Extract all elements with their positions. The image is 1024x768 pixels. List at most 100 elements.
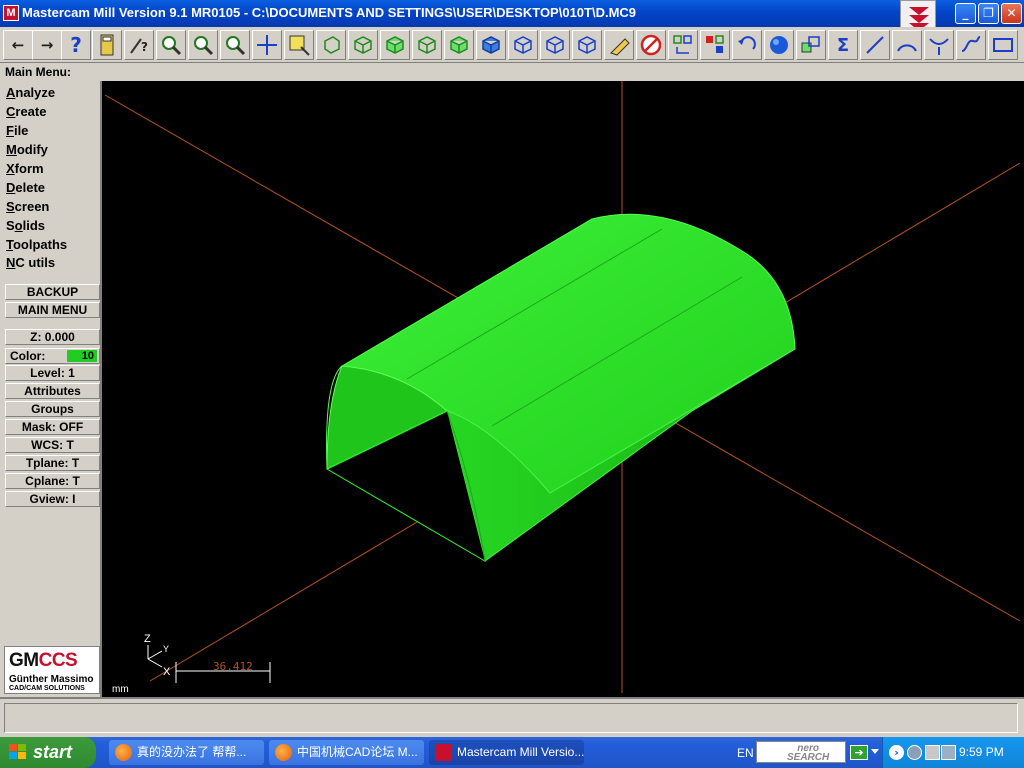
graphics-viewport[interactable]: Z Y X 36.412 mm	[102, 81, 1022, 697]
go-arrow-icon[interactable]: ➔	[850, 745, 868, 760]
shading-sphere-icon[interactable]	[764, 30, 794, 60]
rectangle-icon[interactable]	[988, 30, 1018, 60]
undo-icon[interactable]	[732, 30, 762, 60]
menu-item-toolpaths[interactable]: Toolpaths	[6, 237, 67, 252]
gview-front-icon[interactable]	[380, 30, 410, 60]
clear-colors-icon[interactable]	[636, 30, 666, 60]
pan-icon[interactable]	[252, 30, 282, 60]
viewport-canvas: Z Y X 36.412 mm	[104, 81, 1021, 695]
menu-item-analyze[interactable]: Analyze	[6, 85, 55, 100]
close-button[interactable]: ✕	[1001, 3, 1022, 24]
taskbar-item-firefox-2[interactable]: 中国机械CAD论坛 M...	[269, 740, 424, 765]
prompt-line	[4, 703, 1018, 733]
start-label: start	[33, 742, 73, 762]
cplane-3d-icon[interactable]	[572, 30, 602, 60]
system-tray: › 9:59 PM	[882, 737, 1024, 768]
restore-button[interactable]: ❐	[978, 3, 999, 24]
menu-item-file[interactable]: File	[6, 123, 28, 138]
tray-app-icon[interactable]	[925, 745, 940, 760]
cplane-top-icon[interactable]	[476, 30, 506, 60]
mastercam-app-icon[interactable]: M	[3, 5, 19, 21]
menu-item-screen[interactable]: Screen	[6, 199, 49, 214]
attributes-button[interactable]: Attributes	[5, 383, 100, 399]
left-menu-panel: Analyze Create File Modify Xform Delete …	[0, 81, 102, 697]
taskbar-item-mastercam[interactable]: Mastercam Mill Versio...	[429, 740, 584, 765]
gview-top-icon[interactable]	[348, 30, 378, 60]
gview-iso-icon[interactable]	[444, 30, 474, 60]
line-icon[interactable]	[860, 30, 890, 60]
axis-z-label: Z	[144, 633, 151, 645]
color-swatch: 10	[67, 350, 97, 362]
svg-text:?: ?	[141, 40, 148, 54]
menu-item-xform[interactable]: Xform	[6, 161, 44, 176]
fillet-icon[interactable]	[924, 30, 954, 60]
menu-item-nc-utils[interactable]: NC utils	[6, 255, 55, 270]
forward-arrow-icon[interactable]: →	[32, 30, 62, 60]
backup-button[interactable]: BACKUP	[5, 284, 100, 300]
minimize-button[interactable]: _	[955, 3, 976, 24]
color-button[interactable]: Color: 10	[5, 348, 100, 364]
spline-icon[interactable]	[956, 30, 986, 60]
prompt-area	[0, 697, 1024, 737]
volume-icon[interactable]	[941, 745, 956, 760]
main-menu-header: Main Menu:	[0, 63, 1024, 81]
level-button[interactable]: Level: 1	[5, 365, 100, 381]
sum-icon[interactable]: Σ	[828, 30, 858, 60]
units-label: mm	[112, 684, 129, 695]
arc-icon[interactable]	[892, 30, 922, 60]
gview-side-icon[interactable]	[412, 30, 442, 60]
color-label: Color:	[10, 349, 46, 363]
groups-button[interactable]: Groups	[5, 401, 100, 417]
calculator-icon[interactable]	[92, 30, 122, 60]
show-hidden-icons-button[interactable]: ›	[889, 745, 904, 760]
wcs-button[interactable]: WCS: T	[5, 437, 100, 453]
z-depth-button[interactable]: Z: 0.000	[5, 329, 100, 345]
chevron-down-icon	[909, 7, 929, 15]
axis-x-label: X	[163, 666, 171, 678]
mask-button[interactable]: Mask: OFF	[5, 419, 100, 435]
menu-item-solids[interactable]: Solids	[6, 218, 45, 233]
firefox-icon	[115, 744, 132, 761]
dropdown-arrow-icon[interactable]	[871, 749, 879, 754]
zoom-fit-icon[interactable]	[220, 30, 250, 60]
gview-button[interactable]: Gview: I	[5, 491, 100, 507]
taskbar-item-firefox-1[interactable]: 真的没办法了 帮帮...	[109, 740, 264, 765]
gmccs-logo: GMCCS Günther Massimo CAD/CAM SOLUTIONS	[4, 646, 100, 694]
tplane-button[interactable]: Tplane: T	[5, 455, 100, 471]
back-arrow-icon[interactable]: ←	[3, 30, 33, 60]
cplane-button[interactable]: Cplane: T	[5, 473, 100, 489]
nero-search-box[interactable]: nero SEARCH	[756, 741, 846, 763]
scale-bar: 36.412	[175, 660, 271, 683]
menu-item-create[interactable]: Create	[6, 104, 46, 119]
main-menu-button[interactable]: MAIN MENU	[5, 302, 100, 318]
axis-indicator: Z Y X	[144, 633, 171, 678]
clock[interactable]: 9:59 PM	[959, 745, 1004, 759]
start-button[interactable]: start	[0, 737, 96, 768]
rotate-view-icon[interactable]	[316, 30, 346, 60]
taskbar: start 真的没办法了 帮帮... 中国机械CAD论坛 M... Master…	[0, 737, 1024, 768]
eraser-icon[interactable]	[604, 30, 634, 60]
scale-value: 36.412	[213, 660, 253, 673]
language-indicator[interactable]: EN	[737, 746, 754, 760]
firefox-icon	[275, 744, 292, 761]
help-icon[interactable]: ?	[61, 30, 91, 60]
cplane-side-icon[interactable]	[540, 30, 570, 60]
group-icon[interactable]	[668, 30, 698, 60]
xform-icon[interactable]	[700, 30, 730, 60]
title-bar: M Mastercam Mill Version 9.1 MR0105 - C:…	[0, 0, 1024, 34]
menu-item-delete[interactable]: Delete	[6, 180, 45, 195]
network-icon[interactable]	[907, 745, 922, 760]
menu-item-modify[interactable]: Modify	[6, 142, 48, 157]
cplane-front-icon[interactable]	[508, 30, 538, 60]
analyze-query-icon[interactable]: ?	[124, 30, 154, 60]
chevron-down-icon	[909, 15, 929, 23]
green-solid-model[interactable]	[326, 213, 796, 563]
axis-y-label: Y	[163, 644, 169, 654]
zoom-out-icon[interactable]	[188, 30, 218, 60]
main-menu-label: Main Menu:	[5, 65, 71, 79]
zoom-window-icon[interactable]	[156, 30, 186, 60]
window-title: Mastercam Mill Version 9.1 MR0105 - C:\D…	[22, 5, 637, 20]
level-manager-icon[interactable]	[796, 30, 826, 60]
toolbar: ← → ? ? Σ	[0, 27, 1024, 63]
select-window-icon[interactable]	[284, 30, 314, 60]
